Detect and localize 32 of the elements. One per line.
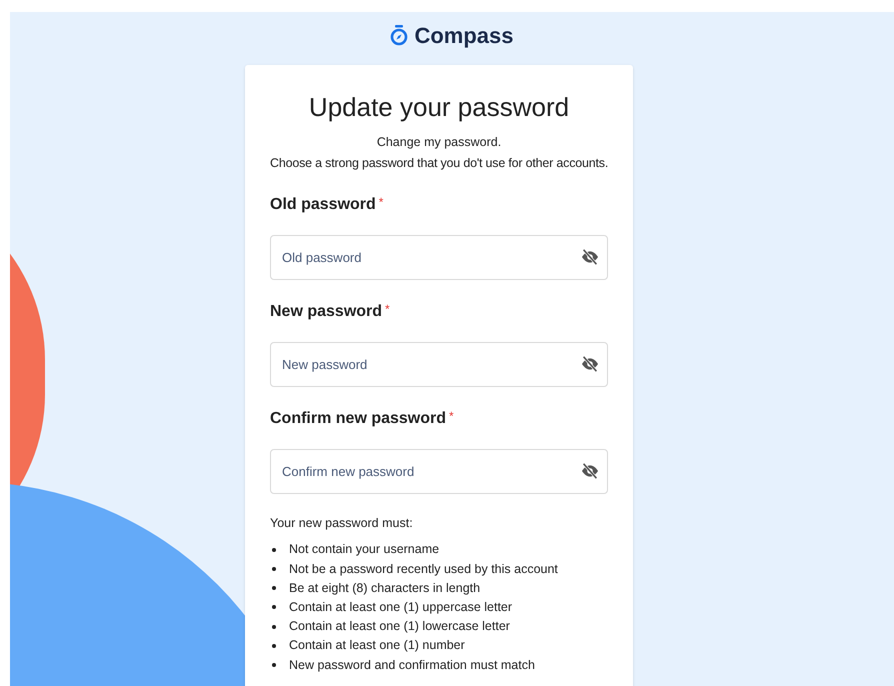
bullet-icon xyxy=(272,624,276,629)
rules-heading: Your new password must: xyxy=(270,514,414,532)
eye-off-icon[interactable] xyxy=(580,462,600,478)
rule-text: New password and confirmation must match xyxy=(289,656,535,674)
card-title: Update your password xyxy=(308,91,570,123)
rule-text: Contain at least one (1) uppercase letter xyxy=(289,599,512,616)
bullet-icon xyxy=(272,567,276,572)
required-mark: * xyxy=(449,408,454,424)
card-description: Choose a strong password that you do't use for other accounts. xyxy=(270,154,608,172)
eye-off-icon[interactable] xyxy=(580,248,600,264)
bullet-icon xyxy=(272,605,276,610)
eye-off-icon[interactable] xyxy=(580,356,600,372)
bullet-icon xyxy=(272,662,276,667)
rule-text: Not contain your username xyxy=(289,541,440,558)
required-mark: * xyxy=(378,194,384,210)
field-label: Confirm new password xyxy=(270,408,446,428)
bullet-icon xyxy=(272,586,276,590)
rule-text: Contain at least one (1) number xyxy=(289,637,465,654)
card-subtitle: Change my password. xyxy=(376,134,502,151)
field-label: New password xyxy=(270,302,382,322)
rule-text: Not be a password recently used by this account xyxy=(289,560,558,578)
bullet-icon xyxy=(272,548,276,552)
password-field[interactable]: Confirm new password xyxy=(270,448,608,494)
password-field[interactable]: New password xyxy=(270,342,608,386)
brand-name: Compass xyxy=(414,22,514,50)
password-field[interactable]: Old password xyxy=(270,234,608,280)
bullet-icon xyxy=(272,644,276,648)
rule-text: Contain at least one (1) lowercase letter xyxy=(289,618,510,636)
required-mark: * xyxy=(385,300,390,318)
rule-text: Be at eight (8) characters in length xyxy=(289,580,480,597)
field-label: Old password xyxy=(270,194,376,214)
stopwatch-icon xyxy=(390,24,408,46)
